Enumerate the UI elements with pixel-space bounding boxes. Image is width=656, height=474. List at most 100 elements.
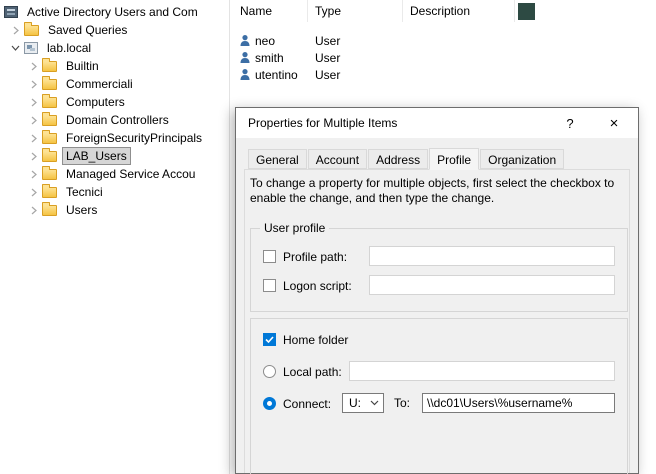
profile-path-checkbox[interactable] xyxy=(263,250,276,263)
tree-item-users[interactable]: Users xyxy=(0,201,229,219)
chevron-right-icon[interactable] xyxy=(25,147,42,165)
tree-item-builtin[interactable]: Builtin xyxy=(0,57,229,75)
home-folder-row: Home folder xyxy=(263,329,627,350)
home-folder-label: Home folder xyxy=(283,333,348,347)
logon-script-checkbox[interactable] xyxy=(263,279,276,292)
chevron-right-icon[interactable] xyxy=(25,57,42,75)
folder-icon xyxy=(42,61,57,72)
tree-item-label: ForeignSecurityPrincipals xyxy=(62,129,206,147)
chevron-right-icon[interactable] xyxy=(25,111,42,129)
tab-account[interactable]: Account xyxy=(308,149,367,169)
tree-item-label: Active Directory Users and Com xyxy=(23,3,202,21)
chevron-right-icon[interactable] xyxy=(7,21,24,39)
column-header-label: Type xyxy=(315,4,341,18)
column-header-type[interactable]: Type xyxy=(308,0,403,22)
chevron-right-icon[interactable] xyxy=(25,129,42,147)
folder-icon xyxy=(42,187,57,198)
folder-icon xyxy=(42,133,57,144)
user-icon xyxy=(239,51,251,64)
object-type: User xyxy=(315,68,340,82)
chevron-right-icon[interactable] xyxy=(25,165,42,183)
tree-item-label: Builtin xyxy=(62,57,103,75)
home-folder-checkbox[interactable] xyxy=(263,333,276,346)
tree-item-computers[interactable]: Computers xyxy=(0,93,229,111)
list-item-utentino[interactable]: utentino User xyxy=(231,66,403,83)
dark-square-decoration xyxy=(518,3,535,20)
tree-item-commerciali[interactable]: Commerciali xyxy=(0,75,229,93)
domain-icon xyxy=(24,42,38,54)
aduc-window: Active Directory Users and Com Saved Que… xyxy=(0,0,656,474)
tree-item-root[interactable]: Active Directory Users and Com xyxy=(0,3,229,21)
connect-path-input[interactable] xyxy=(422,393,615,413)
tree-item-label: Users xyxy=(62,201,101,219)
properties-dialog: Properties for Multiple Items ? × Genera… xyxy=(235,107,639,474)
column-header-name[interactable]: Name xyxy=(231,0,308,22)
chevron-right-icon[interactable] xyxy=(25,201,42,219)
close-icon[interactable]: × xyxy=(598,108,630,138)
connect-label: Connect: xyxy=(283,397,331,411)
to-label: To: xyxy=(394,396,410,410)
console-tree-pane: Active Directory Users and Com Saved Que… xyxy=(0,0,230,474)
tab-strip: General Account Address Profile Organiza… xyxy=(248,149,565,170)
user-icon xyxy=(239,68,251,81)
home-folder-group: Home folder Local path: Connect: U: To: xyxy=(250,318,628,474)
folder-icon xyxy=(42,169,57,180)
folder-icon xyxy=(42,79,57,90)
connect-radio[interactable] xyxy=(263,397,276,410)
user-profile-group: User profile Profile path: Logon script: xyxy=(250,228,628,312)
tab-address[interactable]: Address xyxy=(368,149,428,169)
list-item-smith[interactable]: smith User xyxy=(231,49,403,66)
tab-profile[interactable]: Profile xyxy=(429,148,479,170)
profile-path-label: Profile path: xyxy=(283,250,347,264)
object-name: neo xyxy=(255,34,275,48)
directory-root-icon xyxy=(4,6,18,18)
logon-script-label: Logon script: xyxy=(283,279,352,293)
user-icon xyxy=(239,34,251,47)
tree-item-lab-local[interactable]: lab.local xyxy=(0,39,229,57)
tree-item-label: Saved Queries xyxy=(44,21,131,39)
object-name: utentino xyxy=(255,68,298,82)
tree-item-label: Tecnici xyxy=(62,183,107,201)
folder-icon xyxy=(42,205,57,216)
list-header: Name Type Description xyxy=(231,0,656,22)
drive-letter-select[interactable]: U: xyxy=(342,393,384,413)
folder-icon xyxy=(42,115,57,126)
column-header-label: Description xyxy=(410,4,470,18)
tree-item-lab-users[interactable]: LAB_Users xyxy=(0,147,229,165)
chevron-down-icon[interactable] xyxy=(7,39,24,57)
profile-path-input[interactable] xyxy=(369,246,615,266)
column-header-label: Name xyxy=(240,4,272,18)
chevron-right-icon[interactable] xyxy=(25,75,42,93)
chevron-right-icon[interactable] xyxy=(25,183,42,201)
dialog-titlebar[interactable]: Properties for Multiple Items ? × xyxy=(236,108,638,138)
dialog-instructions: To change a property for multiple object… xyxy=(250,176,636,206)
local-path-input[interactable] xyxy=(349,361,615,381)
tree-item-label: lab.local xyxy=(43,39,95,57)
folder-icon xyxy=(24,25,39,36)
local-path-radio[interactable] xyxy=(263,365,276,378)
tree-item-saved-queries[interactable]: Saved Queries xyxy=(0,21,229,39)
tab-organization[interactable]: Organization xyxy=(480,149,564,169)
user-profile-group-legend: User profile xyxy=(260,221,329,235)
column-header-description[interactable]: Description xyxy=(403,0,515,22)
tree-item-label: Managed Service Accou xyxy=(62,165,199,183)
tree-item-foreign-security-principals[interactable]: ForeignSecurityPrincipals xyxy=(0,129,229,147)
logon-script-input[interactable] xyxy=(369,275,615,295)
tree-item-label: Domain Controllers xyxy=(62,111,173,129)
list-item-neo[interactable]: neo User xyxy=(231,32,403,49)
local-path-label: Local path: xyxy=(283,365,342,379)
object-name: smith xyxy=(255,51,284,65)
drive-letter-value: U: xyxy=(349,396,361,410)
tree-item-label: Computers xyxy=(62,93,129,111)
tree-item-tecnici[interactable]: Tecnici xyxy=(0,183,229,201)
tree-item-managed-service-accounts[interactable]: Managed Service Accou xyxy=(0,165,229,183)
folder-icon xyxy=(42,151,57,162)
tree-item-domain-controllers[interactable]: Domain Controllers xyxy=(0,111,229,129)
chevron-down-icon xyxy=(370,400,379,406)
help-button[interactable]: ? xyxy=(554,108,586,138)
tab-general[interactable]: General xyxy=(248,149,307,169)
object-type: User xyxy=(315,34,340,48)
tree-item-label: LAB_Users xyxy=(62,147,131,165)
folder-icon xyxy=(42,97,57,108)
chevron-right-icon[interactable] xyxy=(25,93,42,111)
